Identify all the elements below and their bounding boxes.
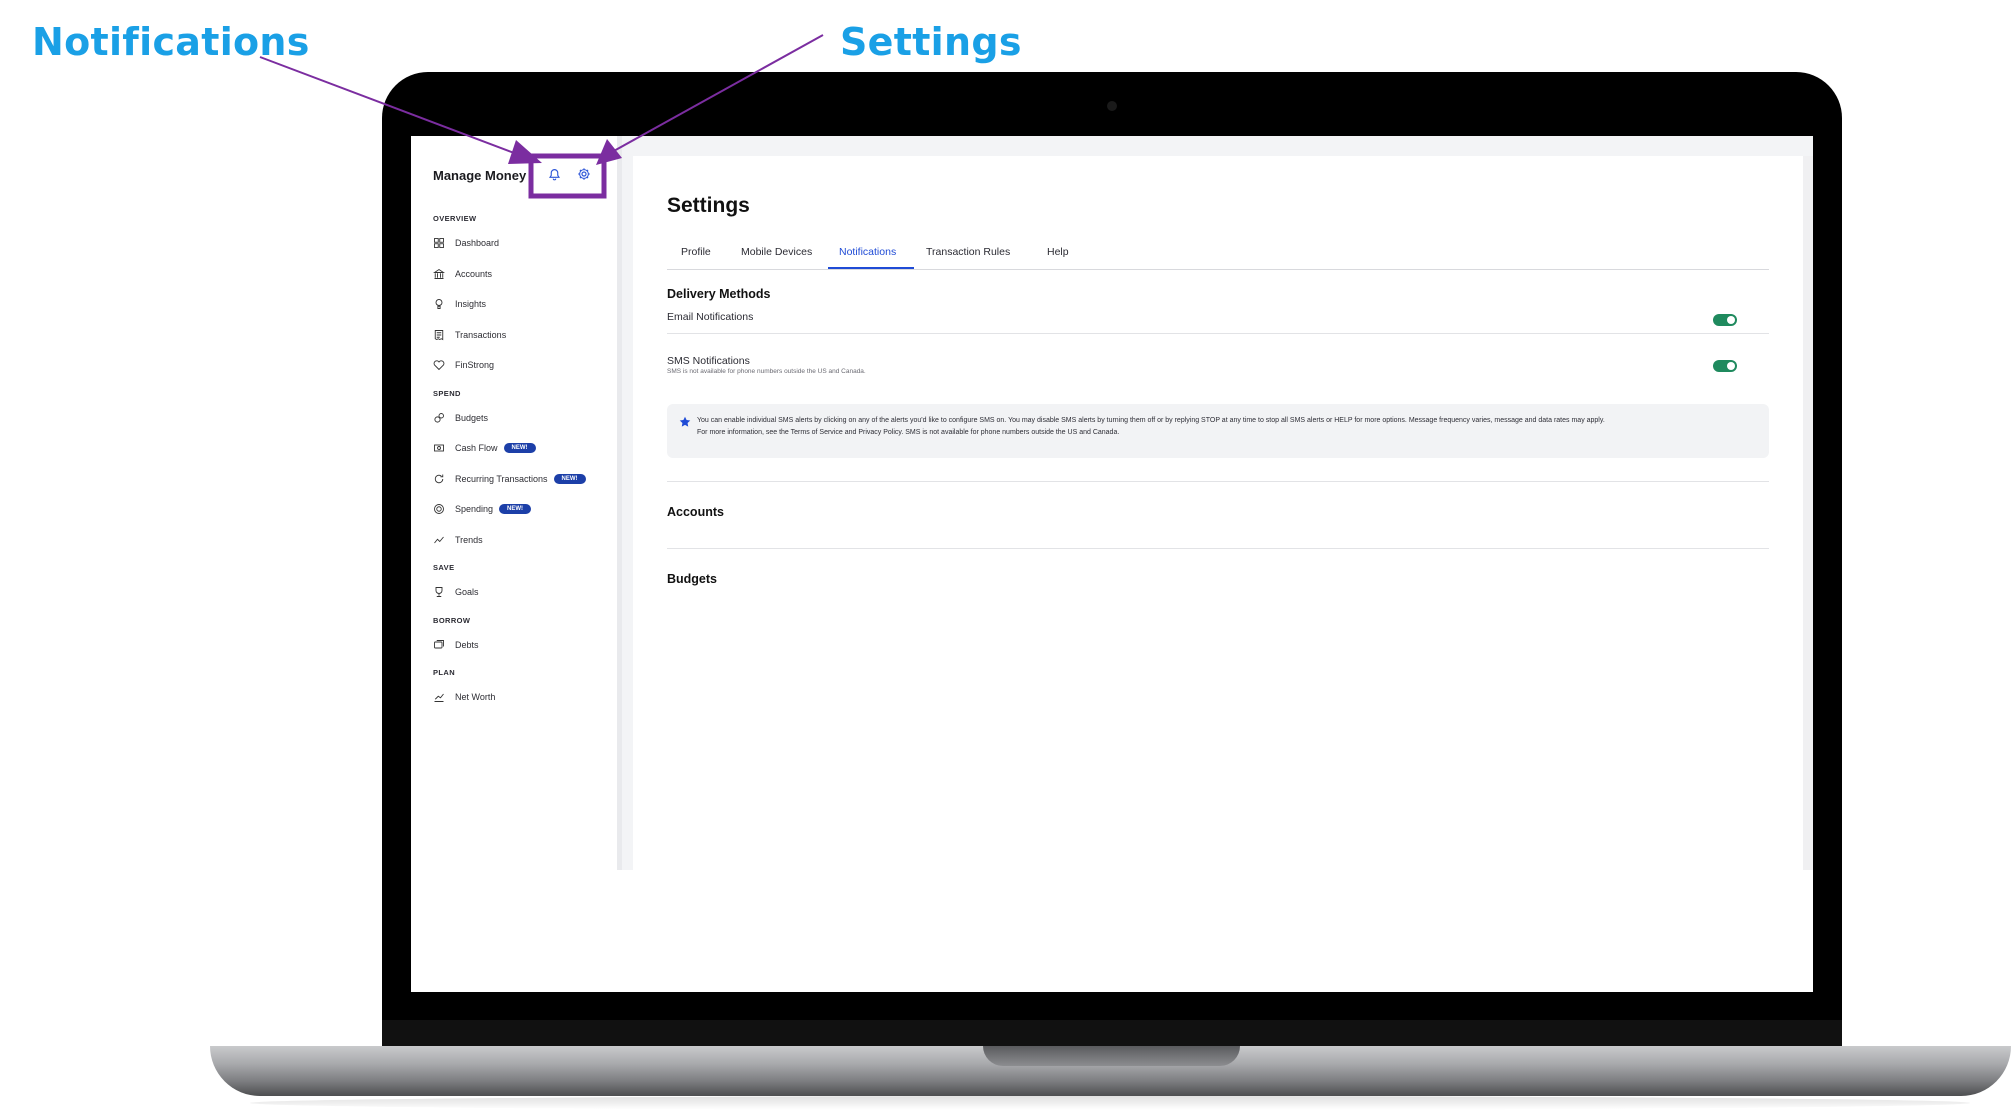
- divider: [667, 481, 1769, 482]
- sidebar-section-spend: SPEND: [433, 388, 461, 398]
- coins-icon: [434, 412, 444, 423]
- divider: [667, 548, 1769, 549]
- sidebar-item-accounts[interactable]: Accounts: [433, 259, 613, 290]
- accounts-heading[interactable]: Accounts: [667, 505, 724, 519]
- sidebar-item-label: Net Worth: [455, 692, 496, 703]
- sms-info-line-2: For more information, see the Terms of S…: [697, 429, 1120, 436]
- sidebar-item-debts[interactable]: Debts: [433, 630, 613, 661]
- sms-notifications-label: SMS Notifications: [667, 355, 750, 367]
- lightbulb-icon: [435, 299, 443, 310]
- sidebar-item-spending[interactable]: Spending NEW!: [433, 494, 613, 525]
- bell-icon[interactable]: [544, 164, 564, 184]
- sidebar-item-label: Insights: [455, 299, 487, 310]
- sidebar-item-transactions[interactable]: Transactions: [433, 320, 613, 351]
- sms-info-line-1: You can enable individual SMS alerts by …: [697, 417, 1605, 424]
- tab-mobile-devices[interactable]: Mobile Devices: [741, 246, 812, 258]
- sidebar-item-label: Trends: [455, 534, 483, 545]
- budgets-heading[interactable]: Budgets: [667, 572, 717, 586]
- sidebar-item-label: Dashboard: [455, 238, 500, 249]
- notifications-callout: Notifications: [32, 20, 310, 64]
- email-notifications-label: Email Notifications: [667, 311, 754, 323]
- sidebar-item-label: Budgets: [455, 412, 489, 423]
- recurring-icon: [434, 474, 444, 483]
- sidebar: Manage Money OVERVIEW Dashboard Accounts In…: [411, 136, 622, 870]
- page-title: Settings: [667, 194, 750, 217]
- settings-panel: Settings Profile Mobile Devices Notifica…: [633, 156, 1803, 870]
- gear-icon[interactable]: [574, 164, 594, 184]
- settings-callout: Settings: [840, 20, 1022, 64]
- sidebar-item-label: FinStrong: [455, 360, 495, 371]
- new-badge: NEW!: [553, 473, 586, 484]
- sidebar-item-label: Accounts: [455, 268, 493, 279]
- sidebar-item-recurring-transactions[interactable]: Recurring Transactions NEW!: [433, 464, 613, 495]
- sidebar-section-borrow: BORROW: [433, 615, 471, 625]
- sidebar-item-label: Debts: [455, 639, 479, 650]
- star-icon: [679, 416, 691, 427]
- trends-icon: [434, 536, 444, 544]
- laptop-screen: Manage Money OVERVIEW Dashboard Accounts In…: [411, 136, 1813, 992]
- debts-icon: [434, 639, 444, 649]
- tab-notifications[interactable]: Notifications: [839, 246, 896, 258]
- sidebar-item-cash-flow[interactable]: Cash Flow NEW!: [433, 433, 613, 464]
- spending-icon: [434, 504, 444, 515]
- receipt-icon: [434, 329, 444, 340]
- sms-notifications-subtext: SMS is not available for phone numbers o…: [667, 368, 866, 375]
- sms-notifications-toggle[interactable]: [1713, 360, 1737, 372]
- brand-title: Manage Money: [433, 168, 527, 183]
- sidebar-item-insights[interactable]: Insights: [433, 289, 613, 320]
- grid-icon: [434, 238, 444, 249]
- new-badge: NEW!: [503, 443, 536, 454]
- cashflow-icon: [434, 444, 444, 452]
- sidebar-item-net-worth[interactable]: Net Worth: [433, 682, 613, 713]
- camera-dot: [1107, 101, 1117, 111]
- app-window: Manage Money OVERVIEW Dashboard Accounts In…: [411, 136, 1813, 870]
- laptop-bottom-bezel: [382, 1020, 1842, 1046]
- sidebar-item-label: Recurring Transactions: [455, 473, 548, 484]
- sidebar-item-budgets[interactable]: Budgets: [433, 403, 613, 434]
- sidebar-item-finstrong[interactable]: FinStrong: [433, 350, 613, 381]
- laptop-shadow: [250, 1096, 1970, 1110]
- bank-icon: [433, 268, 445, 279]
- sidebar-item-label: Cash Flow: [455, 443, 498, 454]
- sidebar-section-plan: PLAN: [433, 668, 456, 677]
- tab-help[interactable]: Help: [1047, 246, 1069, 258]
- sidebar-item-label: Spending: [455, 504, 494, 515]
- new-badge: NEW!: [499, 504, 532, 515]
- chart-icon: [434, 693, 444, 703]
- sms-info-text: You can enable individual SMS alerts by …: [697, 415, 1757, 439]
- delivery-methods-heading: Delivery Methods: [667, 287, 771, 301]
- sidebar-nav: OVERVIEW Dashboard Accounts Insights Transac…: [433, 214, 613, 713]
- tab-transaction-rules[interactable]: Transaction Rules: [926, 246, 1010, 258]
- sidebar-section-save: SAVE: [433, 563, 455, 572]
- sidebar-item-label: Goals: [455, 587, 479, 598]
- sidebar-item-label: Transactions: [455, 329, 507, 340]
- email-notifications-toggle[interactable]: [1713, 314, 1737, 326]
- scrollbar[interactable]: [1803, 156, 1813, 870]
- sidebar-section-overview: OVERVIEW: [433, 214, 477, 223]
- sidebar-item-dashboard[interactable]: Dashboard: [433, 228, 613, 259]
- sidebar-item-goals[interactable]: Goals: [433, 577, 613, 608]
- tab-profile[interactable]: Profile: [681, 246, 711, 258]
- sms-info-box: You can enable individual SMS alerts by …: [667, 404, 1769, 458]
- heart-icon: [433, 360, 445, 371]
- active-tab-indicator: [828, 267, 914, 269]
- laptop-notch: [983, 1046, 1240, 1066]
- trophy-icon: [435, 587, 443, 598]
- sidebar-item-trends[interactable]: Trends: [433, 525, 613, 556]
- divider: [667, 333, 1769, 334]
- tab-bar: Profile Mobile Devices Notifications Tra…: [667, 240, 1769, 270]
